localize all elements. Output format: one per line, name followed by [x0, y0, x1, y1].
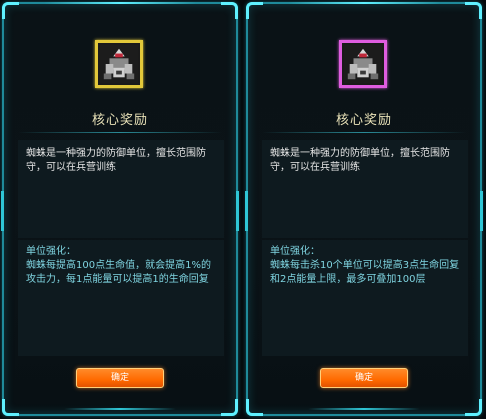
side-accent-bar	[236, 191, 239, 231]
corner-decoration	[465, 399, 482, 416]
unit-description: 蜘蛛是一种强力的防御单位，擅长范围防守，可以在兵营训练	[262, 140, 468, 238]
unit-bonus-box: 单位强化： 蜘蛛每击杀10个单位可以提高3点生命回复和2点能量上限，最多可叠加1…	[262, 240, 468, 356]
unit-portrait-frame	[339, 40, 387, 88]
corner-decoration	[221, 399, 238, 416]
top-glow-line	[288, 2, 440, 4]
bonus-heading: 单位强化：	[270, 246, 320, 257]
side-accent-bar	[245, 191, 248, 231]
divider	[262, 132, 466, 133]
side-accent-bar	[480, 191, 483, 231]
unit-bonus-box: 单位强化： 蜘蛛每提高100点生命值，就会提高1%的攻击力，每1点能量可以提高1…	[18, 240, 224, 356]
bonus-heading: 单位强化：	[26, 246, 76, 257]
reward-panel-right: 核心奖励 蜘蛛是一种强力的防御单位，擅长范围防守，可以在兵营训练 单位强化： 蜘…	[245, 2, 483, 416]
corner-decoration	[221, 2, 238, 19]
corner-decoration	[2, 399, 19, 416]
bottom-glow-line	[308, 408, 420, 410]
panel-title: 核心奖励	[335, 113, 392, 128]
spider-unit-icon	[344, 45, 382, 83]
unit-description: 蜘蛛是一种强力的防御单位，擅长范围防守，可以在兵营训练	[18, 140, 224, 238]
spider-unit-icon	[100, 45, 138, 83]
corner-decoration	[246, 2, 263, 19]
top-glow-line	[44, 2, 196, 4]
bonus-text: 蜘蛛每击杀10个单位可以提高3点生命回复和2点能量上限，最多可叠加100层	[270, 260, 460, 285]
bottom-glow-line	[64, 408, 176, 410]
corner-decoration	[465, 2, 482, 19]
divider	[18, 132, 222, 133]
description-text: 蜘蛛是一种强力的防御单位，擅长范围防守，可以在兵营训练	[270, 148, 450, 173]
reward-panel-left: 核心奖励 蜘蛛是一种强力的防御单位，擅长范围防守，可以在兵营训练 单位强化： 蜘…	[1, 2, 239, 416]
panel-title: 核心奖励	[91, 113, 148, 128]
unit-portrait-frame	[95, 40, 143, 88]
side-accent-bar	[1, 191, 4, 231]
corner-decoration	[2, 2, 19, 19]
description-text: 蜘蛛是一种强力的防御单位，擅长范围防守，可以在兵营训练	[26, 148, 206, 173]
bonus-text: 蜘蛛每提高100点生命值，就会提高1%的攻击力，每1点能量可以提高1的生命回复	[26, 260, 211, 285]
corner-decoration	[246, 399, 263, 416]
confirm-button[interactable]: 确定	[76, 368, 164, 388]
confirm-button[interactable]: 确定	[320, 368, 408, 388]
